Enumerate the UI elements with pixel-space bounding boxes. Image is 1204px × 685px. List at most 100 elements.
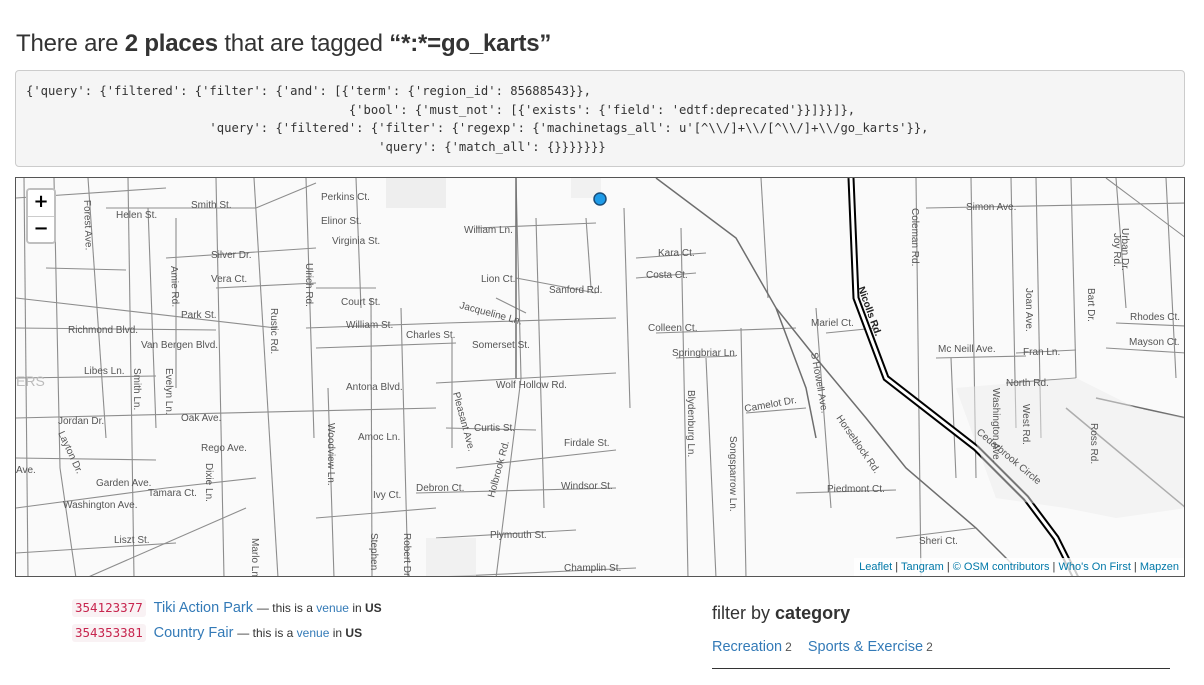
facet-sports-exercise[interactable]: Sports & Exercise 2 [808, 639, 933, 655]
street-label: Forest Ave. [81, 200, 94, 251]
street-label: Mayson Ct. [1129, 337, 1180, 348]
street-label: Firdale St. [564, 438, 610, 449]
street-label: Marlo Ln. [249, 538, 260, 577]
street-label: Robert Dr. [401, 533, 412, 577]
street-label: Sanford Rd. [549, 285, 602, 296]
street-label: Ave. [16, 465, 36, 476]
street-label: Mc Neill Ave. [938, 344, 996, 355]
street-label: S Howell Ave. [808, 352, 830, 414]
street-label: Jacqueline Ln. [458, 300, 523, 327]
street-label: Jordan Dr. [58, 416, 104, 427]
street-label: Charles St. [406, 330, 455, 341]
street-label: Lion Ct. [481, 274, 515, 285]
map[interactable]: Forest Ave. Helen St. Smith St. Silver Dr. V… [15, 177, 1185, 577]
street-label: Blydenburg Ln. [685, 390, 696, 457]
heading-prefix: There are [16, 30, 119, 57]
tag-name: “*:*=go_karts” [389, 30, 552, 57]
street-label: Ivy Ct. [373, 490, 401, 501]
osm-link[interactable]: © OSM contributors [953, 561, 1050, 573]
street-label: West Rd. [1020, 404, 1031, 445]
street-label: Bart Dr. [1085, 288, 1096, 322]
street-label: Kara Ct. [658, 248, 695, 259]
street-label: Horseblock Rd. [834, 413, 882, 475]
place-meta: — this is a venue in US [237, 626, 363, 640]
street-label: ERS [16, 373, 45, 389]
placetype-link[interactable]: venue [297, 626, 330, 640]
street-label: Court St. [341, 297, 380, 308]
street-label: Curtis St. [474, 423, 515, 434]
map-tiles[interactable]: Forest Ave. Helen St. Smith St. Silver Dr. V… [16, 178, 1185, 577]
street-label: Urban Dr. [1119, 228, 1130, 271]
street-label: Somerset St. [472, 340, 530, 351]
zoom-control: + − [26, 188, 56, 244]
mapzen-link[interactable]: Mapzen [1140, 561, 1179, 573]
placetype-link[interactable]: venue [316, 601, 349, 615]
street-label: Rhodes Ct. [1130, 312, 1180, 323]
wof-link[interactable]: Who's On First [1058, 561, 1130, 573]
facet-count: 2 [785, 640, 792, 654]
street-label: Mariel Ct. [811, 318, 854, 329]
country-label: US [345, 626, 363, 640]
street-label: Coleman Rd. [909, 208, 920, 266]
street-label: Joan Ave. [1023, 288, 1034, 332]
street-label: Garden Ave. [96, 478, 151, 489]
place-meta: — this is a venue in US [256, 601, 382, 615]
street-label: Camelot Dr. [744, 395, 798, 415]
map-land-areas [386, 178, 1184, 576]
street-label: Silver Dr. [211, 250, 252, 261]
place-name-link[interactable]: Country Fair [154, 625, 234, 641]
map-street-labels: Forest Ave. Helen St. Smith St. Silver Dr. V… [16, 192, 1180, 577]
facet-recreation[interactable]: Recreation 2 [712, 639, 792, 655]
street-label: Helen St. [116, 210, 157, 221]
street-label: Dixie Ln. [203, 463, 214, 502]
street-label: Songsparrow Ln. [727, 436, 738, 512]
street-label: Elinor St. [321, 216, 362, 227]
zoom-out-button[interactable]: − [28, 216, 54, 242]
tangram-link[interactable]: Tangram [901, 561, 944, 573]
street-label: Park St. [181, 310, 217, 321]
query-code-block: {'query': {'filtered': {'filter': {'and'… [15, 70, 1185, 167]
street-label: Costa Ct. [646, 270, 688, 281]
street-label: Van Bergen Blvd. [141, 340, 218, 351]
place-marker [593, 192, 607, 206]
street-label: Perkins Ct. [321, 192, 370, 203]
street-label: Champlin St. [564, 563, 621, 574]
facet-count: 2 [926, 640, 933, 654]
map-attribution: Leaflet | Tangram | © OSM contributors |… [854, 558, 1184, 576]
street-label: Smith Ln. [131, 368, 142, 410]
street-label: Virginia St. [332, 236, 380, 247]
street-label: Washington Ave. [63, 500, 138, 511]
category-filter: filter by category Recreation 2 Sports & … [712, 602, 1170, 669]
street-label: Evelyn Ln. [163, 368, 174, 415]
street-label: Windsor St. [561, 481, 613, 492]
street-label: Tamara Ct. [148, 488, 197, 499]
street-label: Liszt St. [114, 535, 150, 546]
street-label: North Rd. [1006, 378, 1049, 389]
page-heading: There are 2 places that are tagged “*:*=… [16, 30, 551, 58]
place-name-link[interactable]: Tiki Action Park [154, 600, 253, 616]
street-label: Ulrich Rd. [303, 263, 314, 307]
street-label: Libes Ln. [84, 366, 125, 377]
places-list: 354123377 Tiki Action Park — this is a v… [72, 597, 382, 647]
street-label: Wolf Hollow Rd. [496, 380, 567, 391]
street-label: Springbriar Ln. [672, 348, 738, 359]
filter-title: filter by category [712, 603, 851, 623]
street-label: Vera Ct. [211, 274, 247, 285]
street-label: Pleasant Ave. [450, 391, 476, 453]
facet-list: Recreation 2 Sports & Exercise 2 [712, 638, 1170, 656]
street-label: Fran Ln. [1023, 347, 1060, 358]
place-id: 354123377 [72, 599, 146, 617]
list-item: 354123377 Tiki Action Park — this is a v… [72, 597, 382, 622]
street-label: Woodview Ln. [325, 423, 336, 486]
list-item: 354353381 Country Fair — this is a venue… [72, 622, 382, 647]
street-label: Oak Ave. [181, 413, 221, 424]
leaflet-link[interactable]: Leaflet [859, 561, 892, 573]
street-label: Rustic Rd. [268, 308, 279, 354]
heading-middle: that are tagged [224, 30, 383, 57]
zoom-in-button[interactable]: + [28, 190, 54, 216]
place-id: 354353381 [72, 624, 146, 642]
street-label: Piedmont Ct. [827, 484, 885, 495]
street-label: Smith St. [191, 200, 232, 211]
street-label: Stephen [368, 533, 379, 570]
street-label: Holbrook Rd. [486, 440, 512, 499]
